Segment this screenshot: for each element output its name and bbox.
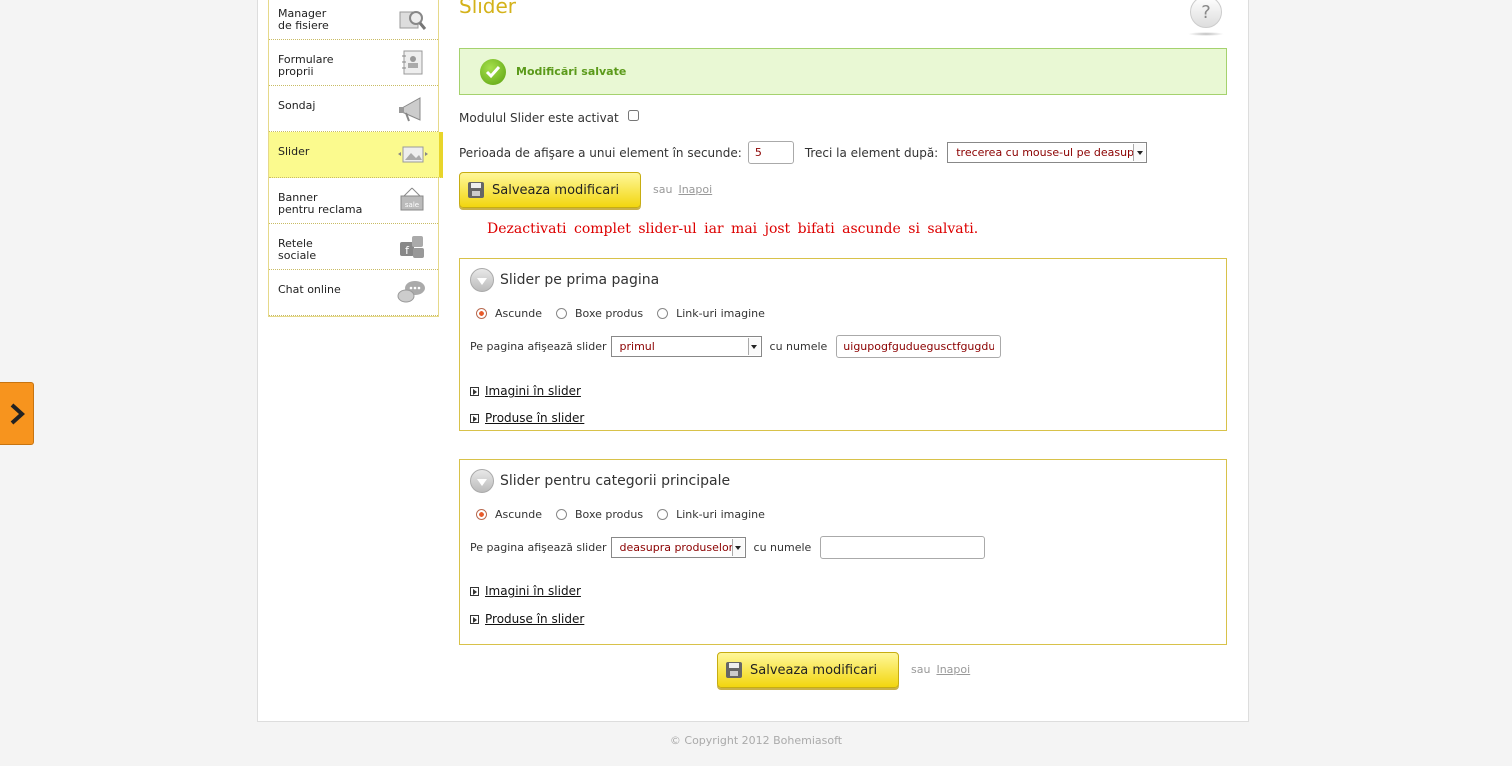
radio-label: Ascunde xyxy=(495,307,542,320)
sidebar-item-file-manager[interactable]: Manager de fisiere xyxy=(269,0,438,40)
social-networks-icon: f xyxy=(396,232,428,262)
chevron-down-icon xyxy=(1133,144,1146,161)
sale-banner-icon: sale xyxy=(396,186,428,216)
or-label: sau xyxy=(653,183,673,196)
radio-product-boxes[interactable] xyxy=(556,308,567,319)
expand-arrow-icon xyxy=(470,614,479,624)
page-position-select[interactable]: deasupra produselor xyxy=(610,537,746,558)
save-button-label: Salveaza modificari xyxy=(750,662,878,678)
images-link-row: Imagini în slider xyxy=(470,584,581,598)
display-mode-radios: Ascunde Boxe produs Link-uri imagine xyxy=(476,307,779,320)
module-active-checkbox[interactable] xyxy=(627,109,639,121)
help-shadow xyxy=(1188,32,1224,36)
warning-text: Dezactivati complet slider-ul iar mai jo… xyxy=(487,221,979,237)
page-select-row: Pe pagina afişează slider deasupra produ… xyxy=(470,536,986,559)
back-link[interactable]: Inapoi xyxy=(678,183,712,196)
page-position-value: deasupra produselor xyxy=(619,541,734,554)
sidebar-item-poll[interactable]: Sondaj xyxy=(269,86,438,132)
next-element-value: trecerea cu mouse-ul pe deasupra xyxy=(956,146,1146,159)
chevron-down-icon xyxy=(731,539,744,556)
forms-icon xyxy=(396,48,428,78)
slider-box-categories: Slider pentru categorii principale Ascun… xyxy=(459,459,1227,645)
success-message: Modificări salvate xyxy=(459,48,1227,95)
box-header[interactable]: Slider pe prima pagina xyxy=(470,268,659,292)
page-title: Slider xyxy=(459,0,517,18)
radio-image-links[interactable] xyxy=(657,509,669,520)
svg-text:sale: sale xyxy=(405,201,419,209)
next-element-select[interactable]: trecerea cu mouse-ul pe deasupra xyxy=(947,142,1148,163)
radio-hide[interactable] xyxy=(476,308,487,319)
megaphone-icon xyxy=(396,94,428,124)
radio-product-boxes[interactable] xyxy=(556,509,567,520)
collapse-arrow-icon[interactable] xyxy=(470,469,494,493)
expand-arrow-icon xyxy=(470,586,479,596)
page-position-value: primul xyxy=(619,340,655,353)
page-position-select[interactable]: primul xyxy=(610,336,762,357)
collapse-arrow-icon[interactable] xyxy=(470,268,494,292)
images-in-slider-link[interactable]: Imagini în slider xyxy=(485,384,581,398)
image-slider-icon xyxy=(397,140,429,170)
display-mode-radios: Ascunde Boxe produs Link-uri imagine xyxy=(476,508,779,521)
products-link-row: Produse în slider xyxy=(470,612,584,626)
sidebar-item-social[interactable]: Retele sociale f xyxy=(269,224,438,270)
period-input[interactable] xyxy=(747,141,794,164)
images-link-row: Imagini în slider xyxy=(470,384,581,398)
box-header[interactable]: Slider pentru categorii principale xyxy=(470,469,730,493)
save-button[interactable]: Salveaza modificari xyxy=(459,172,641,208)
radio-image-links[interactable] xyxy=(657,308,669,319)
products-in-slider-link[interactable]: Produse în slider xyxy=(485,612,584,626)
footer-copyright: © Copyright 2012 Bohemiasoft xyxy=(669,734,843,747)
name-label: cu numele xyxy=(753,541,812,554)
chat-icon xyxy=(396,278,428,308)
page-select-row: Pe pagina afişează slider primul cu nume… xyxy=(470,335,1002,358)
floppy-disk-icon xyxy=(726,662,742,678)
or-label: sau xyxy=(911,663,931,676)
radio-label: Boxe produs xyxy=(575,307,644,320)
radio-label: Ascunde xyxy=(495,508,542,521)
page-select-label: Pe pagina afişează slider xyxy=(470,340,607,353)
sidebar-item-chat[interactable]: Chat online xyxy=(269,270,438,316)
file-manager-icon xyxy=(396,6,428,36)
radio-label: Boxe produs xyxy=(575,508,644,521)
period-label: Perioada de afişare a unui element în se… xyxy=(459,145,742,160)
sidebar-item-slider[interactable]: Slider xyxy=(269,132,443,178)
success-message-text: Modificări salvate xyxy=(516,65,627,78)
slider-name-input[interactable] xyxy=(836,335,1002,358)
expand-arrow-icon xyxy=(470,386,479,396)
back-link-row: sau Inapoi xyxy=(653,183,712,196)
radio-label: Link-uri imagine xyxy=(676,307,765,320)
chevron-down-icon xyxy=(747,338,760,355)
slider-name-input[interactable] xyxy=(820,536,986,559)
products-link-row: Produse în slider xyxy=(470,411,584,425)
box-title: Slider pentru categorii principale xyxy=(500,473,731,489)
checkmark-icon xyxy=(480,58,506,85)
save-button-bottom[interactable]: Salveaza modificari xyxy=(717,652,899,688)
floppy-disk-icon xyxy=(468,182,484,198)
next-label: Treci la element după: xyxy=(804,145,939,160)
period-row: Perioada de afişare a unui element în se… xyxy=(459,141,1148,164)
sidebar: Manager de fisiere Formulare proprii Son… xyxy=(268,0,443,317)
page-select-label: Pe pagina afişează slider xyxy=(470,541,607,554)
back-link-row-bottom: sau Inapoi xyxy=(911,663,970,676)
images-in-slider-link[interactable]: Imagini în slider xyxy=(485,584,581,598)
expand-arrow-icon xyxy=(470,413,479,423)
save-button-label: Salveaza modificari xyxy=(492,182,620,198)
back-link[interactable]: Inapoi xyxy=(936,663,970,676)
chevron-right-icon xyxy=(10,403,25,424)
module-active-label: Modulul Slider este activat xyxy=(459,111,619,125)
name-label: cu numele xyxy=(769,340,828,353)
slider-box-homepage: Slider pe prima pagina Ascunde Boxe prod… xyxy=(459,258,1227,431)
sidebar-item-banner[interactable]: Banner pentru reclama sale xyxy=(269,178,438,224)
expand-panel-tab[interactable] xyxy=(0,382,34,445)
box-title: Slider pe prima pagina xyxy=(500,272,660,288)
products-in-slider-link[interactable]: Produse în slider xyxy=(485,411,584,425)
radio-hide[interactable] xyxy=(476,509,487,520)
sidebar-item-forms[interactable]: Formulare proprii xyxy=(269,40,438,86)
module-active-row: Modulul Slider este activat xyxy=(459,109,639,125)
radio-label: Link-uri imagine xyxy=(676,508,765,521)
